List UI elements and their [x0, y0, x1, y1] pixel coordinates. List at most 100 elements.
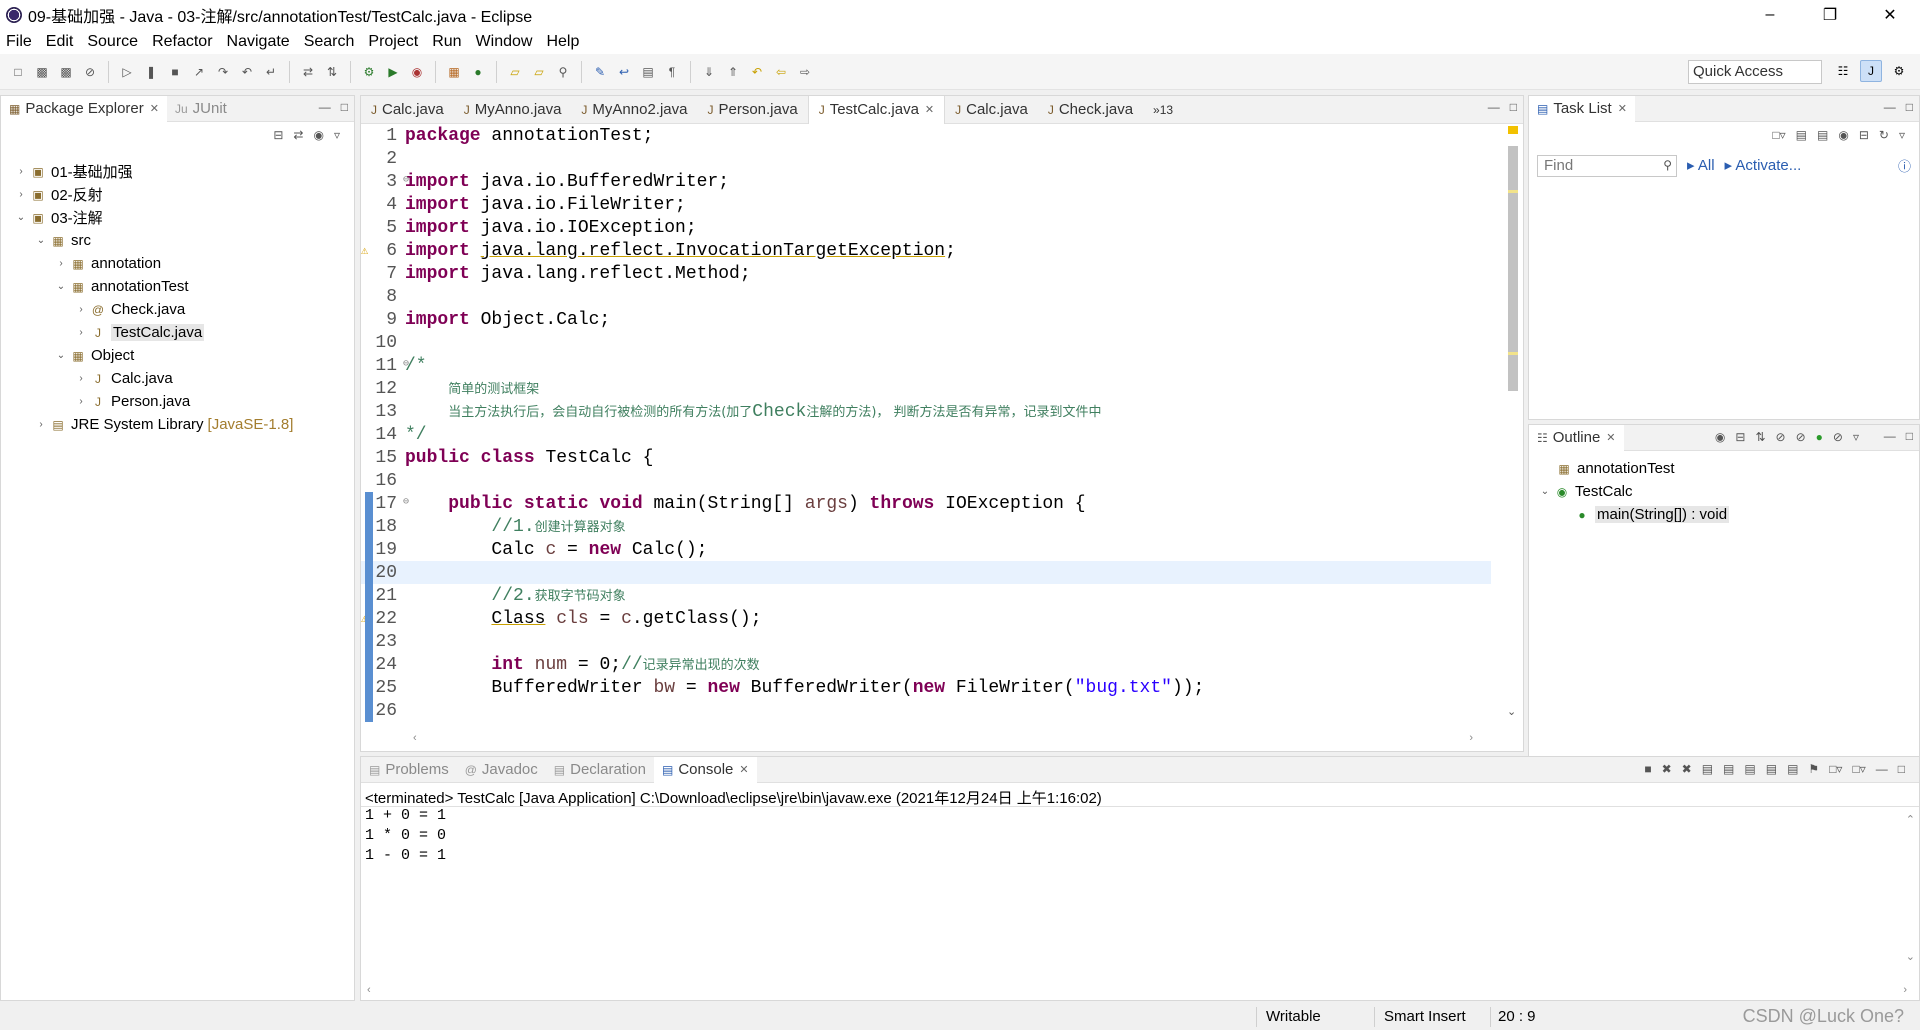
maximize-view-icon[interactable]: □ — [1510, 100, 1517, 114]
suspend-icon[interactable]: ❚ — [143, 64, 159, 80]
word-wrap-icon[interactable]: ▤ — [1744, 762, 1755, 776]
focus-on-active-task-icon[interactable]: ◉ — [313, 128, 323, 142]
all-link[interactable]: ▸ All — [1687, 156, 1715, 174]
collapsed-chevron-icon[interactable]: › — [13, 166, 29, 177]
menu-project[interactable]: Project — [368, 33, 418, 51]
external-tools-icon[interactable]: ◉ — [409, 64, 425, 80]
tab-outline[interactable]: ☷ Outline ✕ — [1529, 424, 1624, 451]
close-tab-icon[interactable]: ✕ — [150, 102, 159, 115]
drop-to-frame-icon[interactable]: ⇅ — [324, 64, 340, 80]
view-menu-icon[interactable]: ▿ — [1853, 430, 1859, 444]
code-line[interactable]: 19 Calc c = new Calc(); — [361, 538, 1491, 561]
tab-console[interactable]: ▤ Console ✕ — [653, 756, 757, 783]
code-line[interactable]: 18 //1.创建计算器对象 — [361, 515, 1491, 538]
new-java-class-icon[interactable]: ● — [470, 64, 486, 80]
tree-item[interactable]: › J Person.java — [1, 390, 354, 413]
display-selected-console-icon[interactable]: □▿ — [1829, 762, 1842, 776]
use-step-filters-icon[interactable]: ⇄ — [300, 64, 316, 80]
minimize-view-icon[interactable]: — — [1876, 762, 1888, 776]
scheduled-icon[interactable]: ▤ — [1817, 128, 1828, 142]
code-line[interactable]: 10 — [361, 331, 1491, 354]
menu-navigate[interactable]: Navigate — [227, 33, 290, 51]
code-line[interactable]: 16 — [361, 469, 1491, 492]
editor-tab[interactable]: J MyAnno.java — [454, 96, 572, 124]
tree-item[interactable]: ⌄ ▣ 03-注解 — [1, 206, 354, 229]
collapse-all-icon[interactable]: ⊟ — [1859, 128, 1869, 142]
open-perspective-icon[interactable]: ☷ — [1832, 60, 1854, 82]
scroll-right-icon[interactable]: › — [1469, 732, 1473, 744]
menu-run[interactable]: Run — [432, 33, 461, 51]
code-line[interactable]: 6 ⚠ import java.lang.reflect.InvocationTar… — [361, 239, 1491, 262]
outline-item[interactable]: ● main(String[]) : void — [1529, 503, 1919, 526]
console-output[interactable]: 1 + 0 = 1 1 * 0 = 0 1 - 0 = 1 — [361, 807, 1919, 867]
code-line[interactable]: 5 import java.io.IOException; — [361, 216, 1491, 239]
step-into-icon[interactable]: ↷ — [215, 64, 231, 80]
scroll-down-icon[interactable]: ⌄ — [1507, 705, 1516, 718]
scroll-down-icon[interactable]: ⌄ — [1906, 950, 1915, 963]
fold-toggle-icon[interactable]: ⊖ — [403, 174, 409, 186]
code-line[interactable]: 17 ⊖ public static void main(String[] arg… — [361, 492, 1491, 515]
minimize-view-icon[interactable]: — — [1488, 100, 1500, 114]
close-button[interactable]: ✕ — [1860, 0, 1920, 30]
tab-javadoc[interactable]: @ Javadoc — [457, 757, 546, 783]
menu-source[interactable]: Source — [87, 33, 138, 51]
outline-item[interactable]: ⌄ ◉ TestCalc — [1529, 480, 1919, 503]
tree-item[interactable]: ⌄ ▦ Object — [1, 344, 354, 367]
editor-tab[interactable]: J Check.java — [1038, 96, 1143, 124]
minimize-view-icon[interactable]: — — [319, 100, 331, 114]
terminate-icon[interactable]: ■ — [1644, 762, 1651, 776]
hide-local-types-icon[interactable]: ⊘ — [1833, 430, 1843, 444]
code-line[interactable]: 8 — [361, 285, 1491, 308]
clear-console-icon[interactable]: ▤ — [1702, 762, 1713, 776]
expanded-chevron-icon[interactable]: ⌄ — [1537, 486, 1553, 497]
code-line[interactable]: 11 ⊖/* — [361, 354, 1491, 377]
code-line[interactable]: 13 当主方法执行后，会自动自行被检测的所有方法(加了Check注解的方法)， … — [361, 400, 1491, 423]
step-over-icon[interactable]: ↶ — [239, 64, 255, 80]
activate-link[interactable]: ▸ Activate... — [1725, 156, 1802, 174]
menu-edit[interactable]: Edit — [46, 33, 74, 51]
tab-task-list[interactable]: ▤ Task List ✕ — [1529, 95, 1635, 122]
code-line[interactable]: 14 */ — [361, 423, 1491, 446]
restore-button[interactable]: ❐ — [1800, 0, 1860, 30]
editor-tab[interactable]: J MyAnno2.java — [571, 96, 697, 124]
task-find-input[interactable]: Find ⚲ — [1537, 155, 1677, 177]
expanded-chevron-icon[interactable]: ⌄ — [33, 235, 49, 246]
outline-item[interactable]: ▦ annotationTest — [1529, 457, 1919, 480]
collapsed-chevron-icon[interactable]: › — [13, 189, 29, 200]
overview-marker[interactable] — [1508, 352, 1518, 355]
expanded-chevron-icon[interactable]: ⌄ — [53, 281, 69, 292]
previous-annotation-icon[interactable]: ⇑ — [725, 64, 741, 80]
fold-toggle-icon[interactable]: ⊖ — [403, 496, 409, 508]
debug-icon[interactable]: ⚙ — [361, 64, 377, 80]
code-line[interactable]: 25 BufferedWriter bw = new BufferedWrite… — [361, 676, 1491, 699]
tab-overflow-indicator[interactable]: »13 — [1143, 96, 1183, 124]
view-menu-icon[interactable]: ▿ — [334, 128, 340, 142]
new-icon[interactable]: □ — [10, 64, 26, 80]
scroll-left-icon[interactable]: ‹ — [413, 732, 417, 744]
view-menu-icon[interactable]: ▿ — [1899, 128, 1905, 142]
menu-search[interactable]: Search — [304, 33, 355, 51]
focus-icon[interactable]: ◉ — [1715, 430, 1725, 444]
tab-junit[interactable]: Ju JUnit — [167, 96, 235, 122]
new-java-package-icon[interactable]: ▦ — [446, 64, 462, 80]
hide-non-public-icon[interactable]: ● — [1816, 430, 1823, 444]
collapsed-chevron-icon[interactable]: › — [73, 396, 89, 407]
code-line[interactable]: 1 package annotationTest; — [361, 124, 1491, 147]
tree-item[interactable]: › ▣ 01-基础加强 — [1, 160, 354, 183]
forward-icon[interactable]: ⇨ — [797, 64, 813, 80]
collapsed-chevron-icon[interactable]: › — [33, 419, 49, 430]
code-editor[interactable]: 1 package annotationTest; 2 3 ⊖ import java.i… — [361, 124, 1491, 724]
show-console-stderr-icon[interactable]: ▤ — [1787, 762, 1798, 776]
tree-item[interactable]: › @ Check.java — [1, 298, 354, 321]
tree-item[interactable]: ⌄ ▦ annotationTest — [1, 275, 354, 298]
tree-item[interactable]: ⌄ ▦ src — [1, 229, 354, 252]
open-console-icon[interactable]: □▿ — [1852, 762, 1865, 776]
maximize-view-icon[interactable]: □ — [1906, 100, 1913, 114]
editor-horizontal-scrollbar[interactable]: ‹ › — [413, 731, 1473, 745]
expanded-chevron-icon[interactable]: ⌄ — [13, 212, 29, 223]
show-console-stdout-icon[interactable]: ▤ — [1766, 762, 1777, 776]
save-icon[interactable]: ▩ — [34, 64, 50, 80]
collapsed-chevron-icon[interactable]: › — [73, 373, 89, 384]
code-line[interactable]: 24 int num = 0;//记录异常出现的次数 — [361, 653, 1491, 676]
remove-launch-icon[interactable]: ✖ — [1662, 762, 1672, 776]
